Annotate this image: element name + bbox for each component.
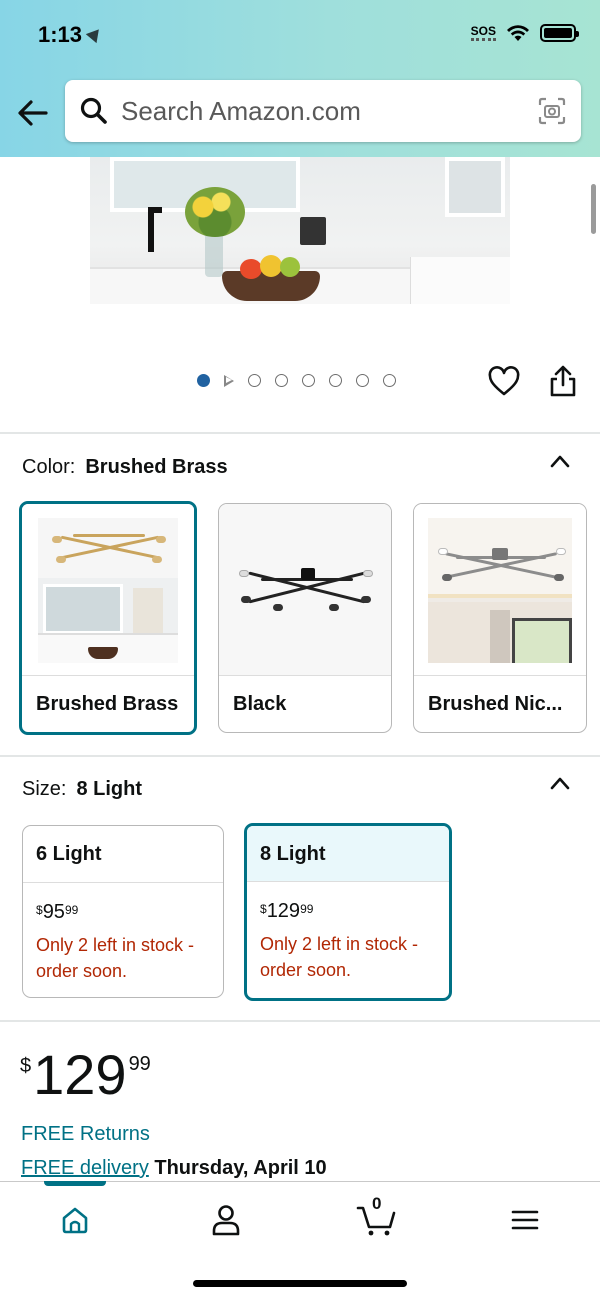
sos-indicator: SOS xyxy=(470,25,496,41)
header: 1:13 SOS xyxy=(0,0,600,157)
divider xyxy=(0,432,600,434)
size-option-price: $9599 xyxy=(36,901,79,923)
color-thumbnail xyxy=(414,504,586,676)
home-indicator[interactable] xyxy=(193,1280,407,1287)
delivery-info: FREE delivery Thursday, April 10 xyxy=(21,1157,327,1180)
carousel-dot[interactable] xyxy=(197,374,210,387)
collapse-size-chevron-icon[interactable] xyxy=(550,776,570,790)
cart-count-badge: 0 xyxy=(372,1194,382,1213)
free-returns-link[interactable]: FREE Returns xyxy=(21,1123,150,1146)
nav-menu[interactable] xyxy=(505,1200,545,1240)
stock-warning: Only 2 left in stock - order soon. xyxy=(36,935,195,981)
product-price: $ 129 99 xyxy=(20,1043,151,1106)
location-icon xyxy=(85,24,105,44)
carousel-dot[interactable] xyxy=(275,374,288,387)
status-time: 1:13 xyxy=(38,22,105,48)
size-option-6-light[interactable]: 6 Light $9599 Only 2 left in stock - ord… xyxy=(22,825,224,998)
selected-color: Brushed Brass xyxy=(85,456,228,478)
color-option-label: Brushed Nic... xyxy=(428,693,563,715)
color-label: Color: Brushed Brass xyxy=(22,456,228,478)
active-tab-indicator xyxy=(44,1181,106,1186)
wifi-icon xyxy=(507,25,529,41)
carousel-dot[interactable] xyxy=(329,374,342,387)
product-image[interactable] xyxy=(90,157,510,304)
collapse-color-chevron-icon[interactable] xyxy=(550,454,570,468)
battery-icon xyxy=(540,24,579,42)
free-delivery-link[interactable]: FREE delivery xyxy=(21,1157,149,1179)
size-option-8-light[interactable]: 8 Light $12999 Only 2 left in stock - or… xyxy=(244,823,452,1001)
scrollbar[interactable] xyxy=(591,184,596,234)
carousel-dot[interactable] xyxy=(383,374,396,387)
divider xyxy=(0,755,600,757)
delivery-date: Thursday, April 10 xyxy=(154,1157,327,1179)
size-option-label: 6 Light xyxy=(23,826,223,883)
carousel-dot[interactable] xyxy=(302,374,315,387)
time-text: 1:13 xyxy=(38,22,83,47)
stock-warning: Only 2 left in stock - order soon. xyxy=(260,934,419,980)
back-arrow-icon[interactable] xyxy=(16,96,50,130)
color-option-label: Brushed Brass xyxy=(36,693,179,715)
divider xyxy=(0,1020,600,1022)
camera-scan-icon[interactable] xyxy=(537,96,567,126)
size-option-price: $12999 xyxy=(260,900,314,922)
color-thumbnail xyxy=(219,504,391,676)
carousel-dot[interactable] xyxy=(248,374,261,387)
heart-icon[interactable] xyxy=(488,366,520,398)
nav-account[interactable] xyxy=(206,1200,246,1240)
nav-home[interactable] xyxy=(55,1200,95,1240)
share-icon[interactable] xyxy=(548,364,578,398)
color-option-brushed-nickel[interactable]: Brushed Nic... xyxy=(413,503,587,733)
search-input[interactable] xyxy=(121,95,537,127)
color-option-label: Black xyxy=(233,693,287,715)
account-icon xyxy=(212,1205,240,1236)
selected-size: 8 Light xyxy=(76,778,143,800)
home-icon xyxy=(62,1207,88,1234)
search-icon xyxy=(80,97,107,124)
menu-icon xyxy=(511,1210,539,1230)
carousel-dot[interactable] xyxy=(356,374,369,387)
video-play-icon[interactable] xyxy=(224,374,234,387)
color-option-brushed-brass[interactable]: Brushed Brass xyxy=(19,501,197,735)
color-option-black[interactable]: Black xyxy=(218,503,392,733)
color-thumbnail xyxy=(22,504,194,676)
nav-cart[interactable]: 0 xyxy=(355,1194,399,1240)
size-label: Size: 8 Light xyxy=(22,778,143,800)
bottom-navigation: 0 xyxy=(0,1181,600,1299)
size-option-label: 8 Light xyxy=(247,826,449,882)
search-bar[interactable] xyxy=(65,80,581,142)
image-carousel-dots[interactable] xyxy=(197,374,396,387)
status-icons: SOS xyxy=(470,24,579,42)
